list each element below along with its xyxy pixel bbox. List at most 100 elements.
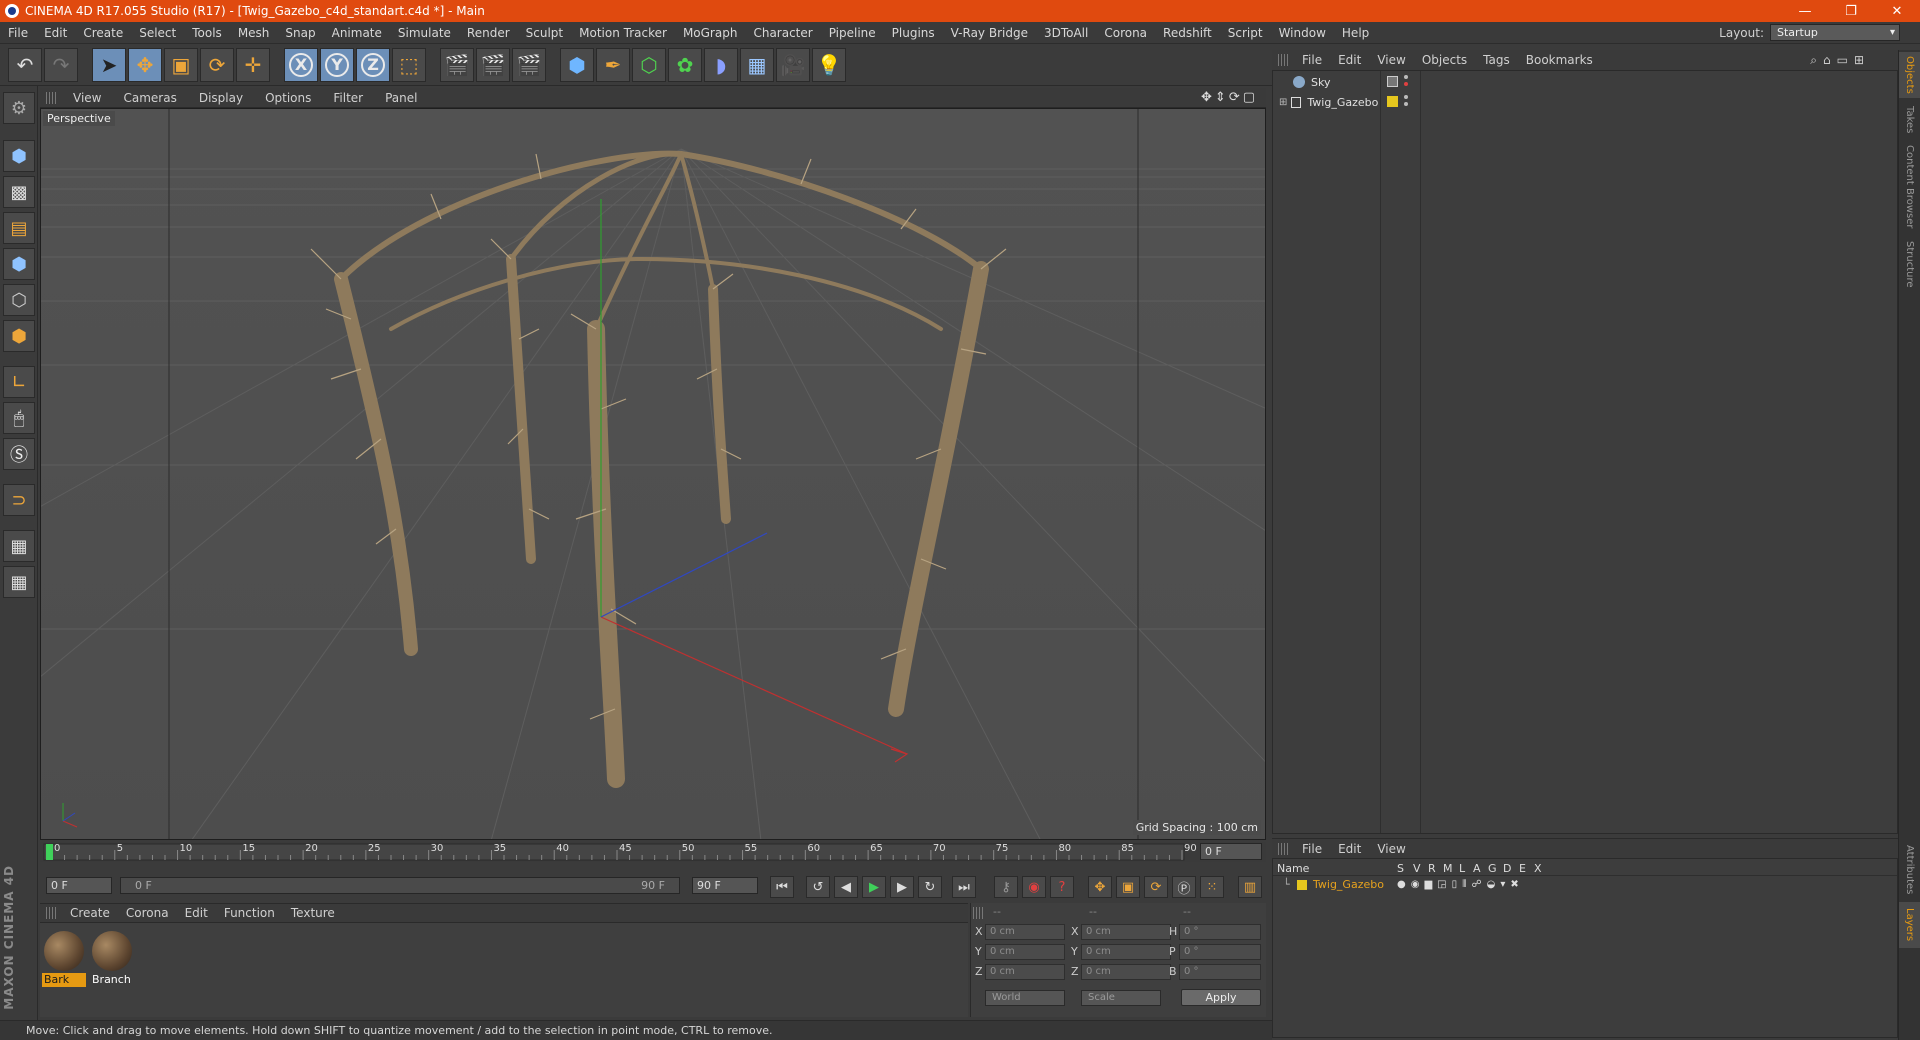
menu-render[interactable]: Render [459, 26, 518, 40]
coordinate-mode-select[interactable]: World [985, 990, 1065, 1006]
layer-col-animation[interactable]: A [1473, 862, 1481, 875]
panel-grip-icon[interactable] [46, 91, 56, 104]
menu-character[interactable]: Character [745, 26, 820, 40]
size-x-field[interactable]: 0 cm [1081, 924, 1171, 940]
pos-x-field[interactable]: 0 cm [985, 924, 1065, 940]
menu-mograph[interactable]: MoGraph [675, 26, 746, 40]
timeline-ruler[interactable]: 0 5 10 15 20 25 30 35 40 45 50 55 60 65 70 75 80 85 90 0 F [40, 842, 1266, 862]
workplane-mode-button[interactable]: ▤ [3, 212, 35, 244]
minimize-button[interactable]: — [1782, 4, 1828, 19]
menu-redshift[interactable]: Redshift [1155, 26, 1220, 40]
layout-select[interactable]: Startup [1770, 24, 1900, 41]
layer-col-solo[interactable]: S [1397, 862, 1404, 875]
rotate-tool-button[interactable]: ⟳ [200, 47, 234, 82]
record-active-button[interactable]: ⚷ [994, 876, 1018, 898]
add-array-button[interactable]: ✿ [668, 47, 702, 82]
perspective-viewport[interactable]: Perspective Grid Spacing : 100 cm [40, 108, 1266, 840]
add-deformer-button[interactable]: ◗ [704, 47, 738, 82]
menu-plugins[interactable]: Plugins [884, 26, 943, 40]
material-menu-corona[interactable]: Corona [118, 906, 177, 920]
panel-grip-icon[interactable] [1278, 54, 1288, 66]
previous-key-button[interactable]: ↺ [806, 876, 830, 898]
pos-y-field[interactable]: 0 cm [985, 944, 1065, 960]
menu-script[interactable]: Script [1220, 26, 1271, 40]
next-frame-button[interactable]: ▶ [890, 876, 914, 898]
key-rotation-button[interactable]: ⟳ [1144, 876, 1168, 898]
undo-button[interactable]: ↶ [8, 47, 42, 82]
material-menu-function[interactable]: Function [216, 906, 283, 920]
tweak-mode-button[interactable]: 🖱 [3, 402, 35, 434]
keyframe-selection-button[interactable]: ? [1050, 876, 1074, 898]
start-frame-field[interactable]: 0 F [46, 877, 112, 894]
next-key-button[interactable]: ↻ [918, 876, 942, 898]
viewport-label[interactable]: Perspective [43, 111, 115, 126]
planar-workplane-button[interactable]: ▦ [3, 566, 35, 598]
add-light-button[interactable]: 💡 [812, 47, 846, 82]
menu-tools[interactable]: Tools [184, 26, 230, 40]
viewport-menu-display[interactable]: Display [188, 91, 254, 105]
live-selection-button[interactable]: ➤ [92, 47, 126, 82]
timeline-window-button[interactable]: ▥ [1238, 876, 1262, 898]
x-axis-lock-button[interactable]: X [284, 47, 318, 82]
layer-color-icon[interactable] [1387, 96, 1398, 107]
layer-col-expressions[interactable]: E [1519, 862, 1526, 875]
layer-color-swatch[interactable] [1297, 880, 1307, 890]
size-z-field[interactable]: 0 cm [1081, 964, 1171, 980]
menu-file[interactable]: File [0, 26, 36, 40]
layer-col-deformers[interactable]: D [1503, 862, 1511, 875]
rot-h-field[interactable]: 0 ° [1179, 924, 1261, 940]
tab-content-browser[interactable]: Content Browser [1899, 142, 1920, 232]
layer-menu-file[interactable]: File [1294, 842, 1330, 856]
render-visibility-dot[interactable] [1404, 82, 1408, 86]
add-camera-button[interactable]: 🎥 [776, 47, 810, 82]
layer-menu-edit[interactable]: Edit [1330, 842, 1369, 856]
panel-grip-icon[interactable] [46, 907, 56, 919]
key-pla-button[interactable]: ⁙ [1200, 876, 1224, 898]
object-menu-tags[interactable]: Tags [1475, 53, 1518, 67]
menu-pipeline[interactable]: Pipeline [821, 26, 884, 40]
coordinate-system-button[interactable]: ⬚ [392, 47, 426, 82]
restore-button[interactable]: ❐ [1828, 4, 1874, 19]
menu-snap[interactable]: Snap [277, 26, 323, 40]
key-position-button[interactable]: ✥ [1088, 876, 1112, 898]
render-view-button[interactable]: 🎬 [440, 47, 474, 82]
scale-tool-button[interactable]: ▣ [164, 47, 198, 82]
play-button[interactable]: ▶ [862, 876, 886, 898]
key-parameter-button[interactable]: Ⓟ [1172, 876, 1196, 898]
expand-icon[interactable]: ⊞ [1279, 97, 1287, 108]
recent-tool-button[interactable]: ✛ [236, 47, 270, 82]
tab-attributes[interactable]: Attributes [1899, 840, 1920, 900]
viewport-menu-filter[interactable]: Filter [322, 91, 374, 105]
material-menu-create[interactable]: Create [62, 906, 118, 920]
material-menu-texture[interactable]: Texture [283, 906, 343, 920]
layer-tag-icon[interactable] [1387, 76, 1398, 87]
pos-z-field[interactable]: 0 cm [985, 964, 1065, 980]
end-frame-field[interactable]: 90 F [692, 877, 758, 894]
previous-frame-button[interactable]: ◀ [834, 876, 858, 898]
size-mode-select[interactable]: Scale [1081, 990, 1161, 1006]
menu-motion-tracker[interactable]: Motion Tracker [571, 26, 675, 40]
object-row-sky[interactable]: Sky [1273, 73, 1473, 91]
layer-col-xref[interactable]: X [1534, 862, 1542, 875]
menu-mesh[interactable]: Mesh [230, 26, 278, 40]
magnet-button[interactable]: ⊃ [3, 484, 35, 516]
add-spline-button[interactable]: ✒ [596, 47, 630, 82]
add-cube-button[interactable]: ⬢ [560, 47, 594, 82]
material-menu-edit[interactable]: Edit [177, 906, 216, 920]
menu-select[interactable]: Select [131, 26, 184, 40]
go-to-end-button[interactable]: ⏭ [952, 876, 976, 898]
menu-3dtoall[interactable]: 3DToAll [1036, 26, 1096, 40]
close-button[interactable]: ✕ [1874, 4, 1920, 19]
menu-sculpt[interactable]: Sculpt [518, 26, 571, 40]
layer-col-locked[interactable]: L [1459, 862, 1465, 875]
lock-workplane-button[interactable]: ▦ [3, 530, 35, 562]
layer-menu-view[interactable]: View [1369, 842, 1413, 856]
viewport-menu-view[interactable]: View [62, 91, 112, 105]
menu-window[interactable]: Window [1271, 26, 1334, 40]
object-menu-view[interactable]: View [1369, 53, 1413, 67]
menu-animate[interactable]: Animate [324, 26, 390, 40]
add-generator-button[interactable]: ⬡ [632, 47, 666, 82]
viewport-menu-cameras[interactable]: Cameras [112, 91, 187, 105]
object-menu-edit[interactable]: Edit [1330, 53, 1369, 67]
object-manager-tools-icons[interactable]: ⌕⌂▭⊞ [1810, 53, 1870, 68]
